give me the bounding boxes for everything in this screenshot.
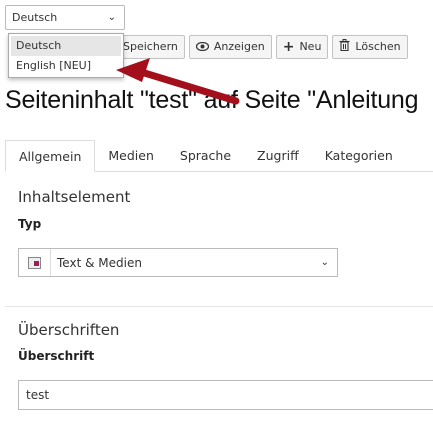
tab-language[interactable]: Sprache — [167, 140, 244, 171]
toolbar: Speichern Anzeigen + Neu Löschen — [118, 35, 408, 60]
view-button-label: Anzeigen — [213, 40, 265, 53]
type-select-value: Text & Medien — [57, 255, 142, 270]
tab-media[interactable]: Medien — [95, 140, 167, 171]
eye-icon — [195, 36, 209, 58]
header-label: Überschrift — [18, 349, 95, 363]
header-input[interactable]: test — [18, 380, 433, 410]
view-button[interactable]: Anzeigen — [188, 35, 272, 59]
content-element-heading: Inhaltselement — [18, 188, 131, 206]
text-media-icon — [19, 249, 51, 276]
tab-access[interactable]: Zugriff — [244, 140, 312, 171]
chevron-down-icon: ⌄ — [107, 12, 116, 23]
new-button-label: Neu — [299, 40, 322, 53]
page-title: Seiteninhalt "test" auf Seite "Anleitung — [5, 86, 419, 114]
language-option-english[interactable]: English [NEU] — [9, 56, 123, 76]
type-select[interactable]: Text & Medien ⌄ — [18, 248, 338, 277]
save-button[interactable]: Speichern — [118, 35, 185, 59]
plus-icon: + — [282, 39, 295, 55]
tab-bar: Allgemein Medien Sprache Zugriff Kategor… — [5, 140, 433, 172]
chevron-down-icon: ⌄ — [320, 257, 329, 268]
section-divider — [5, 306, 433, 307]
tab-general[interactable]: Allgemein — [5, 140, 96, 172]
save-button-label: Speichern — [123, 40, 178, 53]
tab-categories[interactable]: Kategorien — [312, 140, 406, 171]
delete-button[interactable]: Löschen — [332, 35, 408, 59]
type-label: Typ — [18, 217, 42, 231]
language-select[interactable]: Deutsch ⌄ — [5, 5, 125, 30]
language-option-deutsch[interactable]: Deutsch — [11, 36, 121, 56]
delete-button-label: Löschen — [355, 40, 401, 53]
language-select-value: Deutsch — [12, 11, 58, 24]
new-button[interactable]: + Neu — [275, 35, 329, 59]
trash-icon — [339, 36, 350, 58]
headlines-heading: Überschriften — [18, 321, 120, 339]
language-dropdown: Deutsch English [NEU] — [8, 33, 124, 78]
